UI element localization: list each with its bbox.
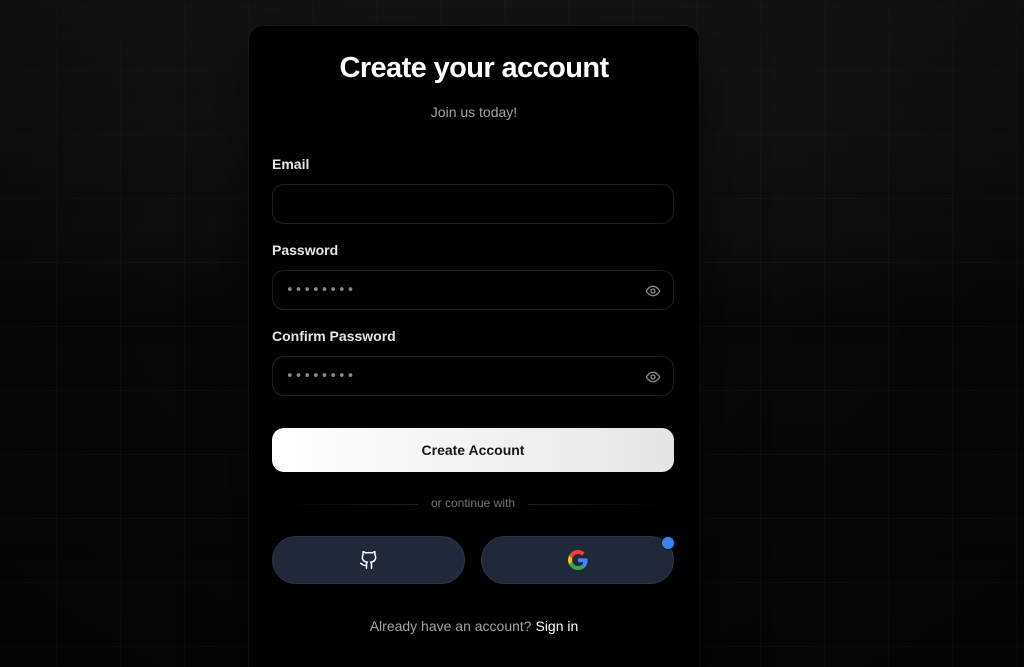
page-title: Create your account [339, 52, 609, 84]
email-label: Email [272, 156, 310, 172]
password-label: Password [272, 242, 339, 258]
password-field-container [272, 270, 674, 310]
email-field[interactable] [273, 185, 673, 223]
eye-icon[interactable] [645, 283, 661, 299]
eye-icon[interactable] [645, 369, 661, 385]
divider-text: or continue with [430, 496, 516, 510]
divider: or continue with [272, 496, 674, 514]
confirm-password-label: Confirm Password [272, 328, 396, 344]
page-subtitle: Join us today! [430, 104, 518, 120]
confirm-password-field[interactable] [273, 357, 673, 395]
create-account-button[interactable]: Create Account [272, 428, 674, 472]
divider-line-right [528, 504, 668, 505]
signup-card: Create your account Join us today! Email… [249, 26, 699, 667]
notification-dot [662, 537, 674, 549]
signin-prompt: Already have an account? [369, 618, 532, 634]
signin-link[interactable]: Sign in [535, 618, 578, 634]
confirm-password-field-container [272, 356, 674, 396]
google-signin-button[interactable] [481, 536, 674, 584]
github-icon [359, 550, 376, 570]
github-signin-button[interactable] [272, 536, 465, 584]
google-icon [567, 550, 588, 570]
email-field-container [272, 184, 674, 224]
signin-row: Already have an account? Sign in [249, 618, 699, 634]
password-field[interactable] [273, 271, 673, 309]
